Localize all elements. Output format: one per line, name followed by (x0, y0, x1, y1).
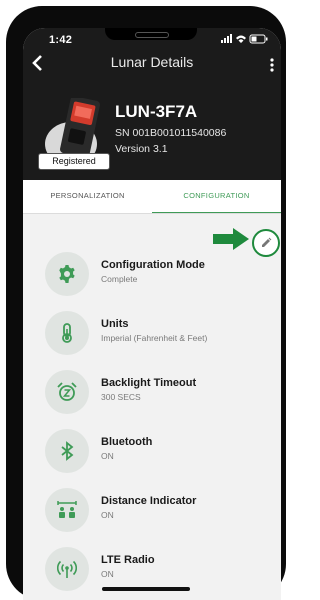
item-subtitle: Complete (101, 274, 138, 284)
tab-divider (23, 213, 281, 214)
status-icons (221, 34, 268, 44)
device-name: LUN-3F7A (115, 102, 198, 121)
item-subtitle: 300 SECS (101, 392, 141, 402)
list-item-backlight-timeout[interactable]: Backlight Timeout 300 SECS (23, 364, 281, 420)
gear-icon (59, 265, 75, 283)
status-time: 1:42 (49, 34, 73, 46)
app-screen: 1:42 Lunar Details Registered LUN-3F7A S… (23, 28, 281, 600)
device-version: Version 3.1 (115, 143, 168, 155)
item-title: Units (101, 318, 129, 330)
item-icon-circle (45, 488, 89, 532)
status-bar: 1:42 (23, 28, 281, 48)
radio-signal-icon (57, 560, 77, 578)
item-subtitle: ON (101, 451, 114, 461)
list-item-bluetooth[interactable]: Bluetooth ON (23, 423, 281, 479)
distance-people-icon (57, 501, 77, 518)
device-serial: SN 001B001011540086 (115, 127, 227, 139)
thermometer-icon (62, 323, 72, 343)
registered-badge: Registered (38, 153, 110, 170)
list-item-units[interactable]: Units Imperial (Fahrenheit & Feet) (23, 305, 281, 361)
item-icon-circle (45, 370, 89, 414)
item-subtitle: ON (101, 510, 114, 520)
bluetooth-icon (61, 441, 74, 461)
tab-personalization[interactable]: PERSONALIZATION (23, 180, 152, 214)
list-item-configuration-mode[interactable]: Configuration Mode Complete (23, 246, 281, 302)
tab-configuration[interactable]: CONFIGURATION (152, 180, 281, 214)
header-panel: 1:42 Lunar Details Registered LUN-3F7A S… (23, 28, 281, 180)
tab-bar: PERSONALIZATION CONFIGURATION (23, 180, 281, 214)
app-bar: Lunar Details (23, 50, 281, 82)
phone-frame: 1:42 Lunar Details Registered LUN-3F7A S… (6, 6, 286, 600)
notch (105, 28, 197, 40)
item-subtitle: ON (101, 569, 114, 579)
item-title: LTE Radio (101, 554, 155, 566)
vertical-dots-icon (270, 58, 274, 72)
alarm-clock-icon (57, 382, 77, 401)
item-icon-circle (45, 547, 89, 591)
item-title: Distance Indicator (101, 495, 197, 507)
item-icon-circle (45, 429, 89, 473)
item-subtitle: Imperial (Fahrenheit & Feet) (101, 333, 208, 343)
list-item-distance-indicator[interactable]: Distance Indicator ON (23, 482, 281, 538)
more-options-button[interactable] (269, 52, 275, 80)
item-icon-circle (45, 252, 89, 296)
item-icon-circle (45, 311, 89, 355)
item-title: Bluetooth (101, 436, 153, 448)
page-title: Lunar Details (110, 54, 194, 70)
item-title: Configuration Mode (101, 259, 205, 271)
home-indicator (102, 587, 190, 591)
item-title: Backlight Timeout (101, 377, 197, 389)
